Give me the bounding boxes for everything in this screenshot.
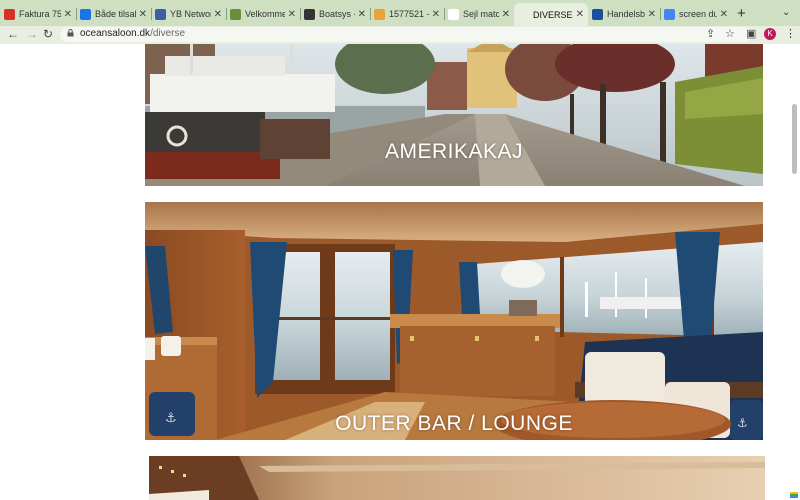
extension-badge-icon xyxy=(790,492,798,498)
tab-close-icon[interactable]: ✕ xyxy=(432,9,440,20)
tab-separator xyxy=(76,8,77,20)
bookmark-star-icon[interactable]: ☆ xyxy=(725,27,735,40)
tab-title: Velkommen xyxy=(245,9,285,19)
tab-favicon-icon xyxy=(304,8,315,20)
side-panel-icon[interactable]: ▣ xyxy=(746,27,756,40)
new-tab-button[interactable]: + xyxy=(737,5,746,22)
tab-search-chevron-icon[interactable]: ⌄ xyxy=(782,7,790,18)
boat-lounge-interior-photo: ⚓ ⚓ xyxy=(145,202,763,440)
tab-close-icon[interactable]: ✕ xyxy=(214,9,222,20)
tab-title: Sejl match xyxy=(463,9,499,19)
page-content: AMERIKAKAJ ⚓ ⚓ OUTER BAR / LOUNGE xyxy=(0,44,800,500)
profile-avatar[interactable]: K xyxy=(764,28,776,40)
tab-close-icon[interactable]: ✕ xyxy=(720,9,728,20)
gallery-image-amerikakaj[interactable]: AMERIKAKAJ xyxy=(145,44,763,186)
tab-title: DIVERSE | xyxy=(533,9,573,20)
tab-title: Boatsys - xyxy=(319,9,355,19)
tab-favicon-icon xyxy=(230,8,241,20)
browser-tab[interactable]: DIVERSE |✕ xyxy=(514,3,588,26)
browser-tab[interactable]: Velkommen✕ xyxy=(226,3,300,25)
page-scrollbar[interactable] xyxy=(792,104,797,174)
tab-title: Både tilsalg xyxy=(95,9,136,19)
url-domain: oceansaloon.dk xyxy=(80,28,151,39)
tab-favicon-icon xyxy=(374,8,385,20)
browser-tab[interactable]: Både tilsalg✕ xyxy=(76,3,151,25)
menu-kebab-icon[interactable]: ⋮ xyxy=(785,27,796,40)
tab-close-icon[interactable]: ✕ xyxy=(64,9,72,20)
tab-separator xyxy=(300,8,301,20)
browser-tab[interactable]: Faktura 75 ✕ xyxy=(0,3,76,25)
tab-title: 1577521 - xyxy=(389,9,429,19)
tab-separator xyxy=(444,8,445,20)
tab-favicon-icon xyxy=(592,8,603,20)
share-icon[interactable]: ⇪ xyxy=(706,27,715,40)
browser-tab[interactable]: Boatsys - ✕ xyxy=(300,3,370,25)
tab-close-icon[interactable]: ✕ xyxy=(648,9,656,20)
browser-tab[interactable]: Handelsbo✕ xyxy=(588,3,660,25)
url-text[interactable]: oceansaloon.dk/diverse xyxy=(80,28,185,39)
lock-icon xyxy=(67,29,74,37)
browser-tab[interactable]: Sejl match✕ xyxy=(444,3,514,25)
tab-favicon-icon xyxy=(448,8,459,20)
gallery-image-interior[interactable] xyxy=(149,456,765,500)
tab-close-icon[interactable]: ✕ xyxy=(288,9,296,20)
tab-close-icon[interactable]: ✕ xyxy=(576,9,584,20)
tab-title: screen dur xyxy=(679,9,717,19)
forward-arrow-icon[interactable]: → xyxy=(26,27,38,41)
gallery-image-outer-bar-lounge[interactable]: ⚓ ⚓ OUTER BAR / LOUNGE xyxy=(145,202,763,440)
tab-separator xyxy=(151,8,152,20)
tab-close-icon[interactable]: ✕ xyxy=(358,9,366,20)
tab-title: Handelsbo xyxy=(607,9,645,19)
reload-icon[interactable]: ↻ xyxy=(43,27,53,41)
tab-separator xyxy=(660,8,661,20)
image-caption: OUTER BAR / LOUNGE xyxy=(335,412,573,435)
tab-separator xyxy=(370,8,371,20)
tab-close-icon[interactable]: ✕ xyxy=(502,9,510,20)
harbor-quay-photo xyxy=(145,44,763,186)
tab-close-icon[interactable]: ✕ xyxy=(139,9,147,20)
browser-tab[interactable]: screen dur✕ xyxy=(660,3,732,25)
tab-title: Faktura 75 xyxy=(19,9,61,19)
tab-favicon-icon xyxy=(518,9,529,20)
image-caption: AMERIKAKAJ xyxy=(384,140,524,163)
tab-favicon-icon xyxy=(664,8,675,20)
url-path: /diverse xyxy=(150,28,186,39)
boat-interior-photo-partial xyxy=(149,456,765,500)
tab-title: YB Network xyxy=(170,9,211,19)
tab-favicon-icon xyxy=(4,8,15,20)
browser-tab[interactable]: 1577521 - ✕ xyxy=(370,3,444,25)
back-arrow-icon[interactable]: ← xyxy=(7,27,19,41)
tab-favicon-icon xyxy=(155,8,166,20)
browser-tab[interactable]: YB Network✕ xyxy=(151,3,226,25)
tab-separator xyxy=(226,8,227,20)
tab-favicon-icon xyxy=(80,8,91,20)
